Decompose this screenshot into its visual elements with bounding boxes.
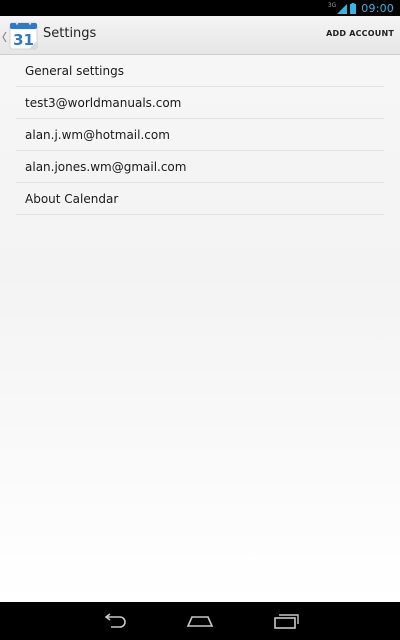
list-item-label: alan.j.wm@hotmail.com [25, 127, 170, 142]
list-item-label: General settings [25, 63, 124, 78]
calendar-icon[interactable]: 31 [9, 20, 39, 50]
signal-icon [337, 0, 348, 18]
status-clock: 09:00 [361, 1, 394, 15]
battery-icon [350, 0, 357, 18]
status-icons: 3G 09:00 [328, 0, 394, 16]
network-type: 3G [327, 1, 337, 9]
list-item-account-hotmail[interactable]: alan.j.wm@hotmail.com [16, 119, 384, 151]
list-item-account-worldmanuals[interactable]: test3@worldmanuals.com [16, 87, 384, 119]
home-icon[interactable] [185, 612, 215, 630]
back-icon[interactable] [100, 612, 130, 630]
navigation-bar [0, 602, 400, 640]
list-item-about-calendar[interactable]: About Calendar [16, 183, 384, 215]
up-caret-icon[interactable] [2, 28, 7, 47]
calendar-icon-day: 31 [13, 31, 34, 49]
status-bar: 3G 09:00 [0, 0, 400, 16]
add-account-button[interactable]: ADD ACCOUNT [326, 29, 394, 38]
list-item-label: About Calendar [25, 191, 119, 206]
list-item-account-gmail[interactable]: alan.jones.wm@gmail.com [16, 151, 384, 183]
list-item-general-settings[interactable]: General settings [16, 55, 384, 87]
list-item-label: alan.jones.wm@gmail.com [25, 159, 187, 174]
list-item-label: test3@worldmanuals.com [25, 95, 182, 110]
page-title: Settings [43, 26, 97, 41]
settings-content: General settings test3@worldmanuals.com … [0, 55, 400, 602]
action-bar: 31 Settings ADD ACCOUNT [0, 16, 400, 55]
settings-list: General settings test3@worldmanuals.com … [16, 55, 384, 215]
recent-apps-icon[interactable] [271, 612, 301, 630]
